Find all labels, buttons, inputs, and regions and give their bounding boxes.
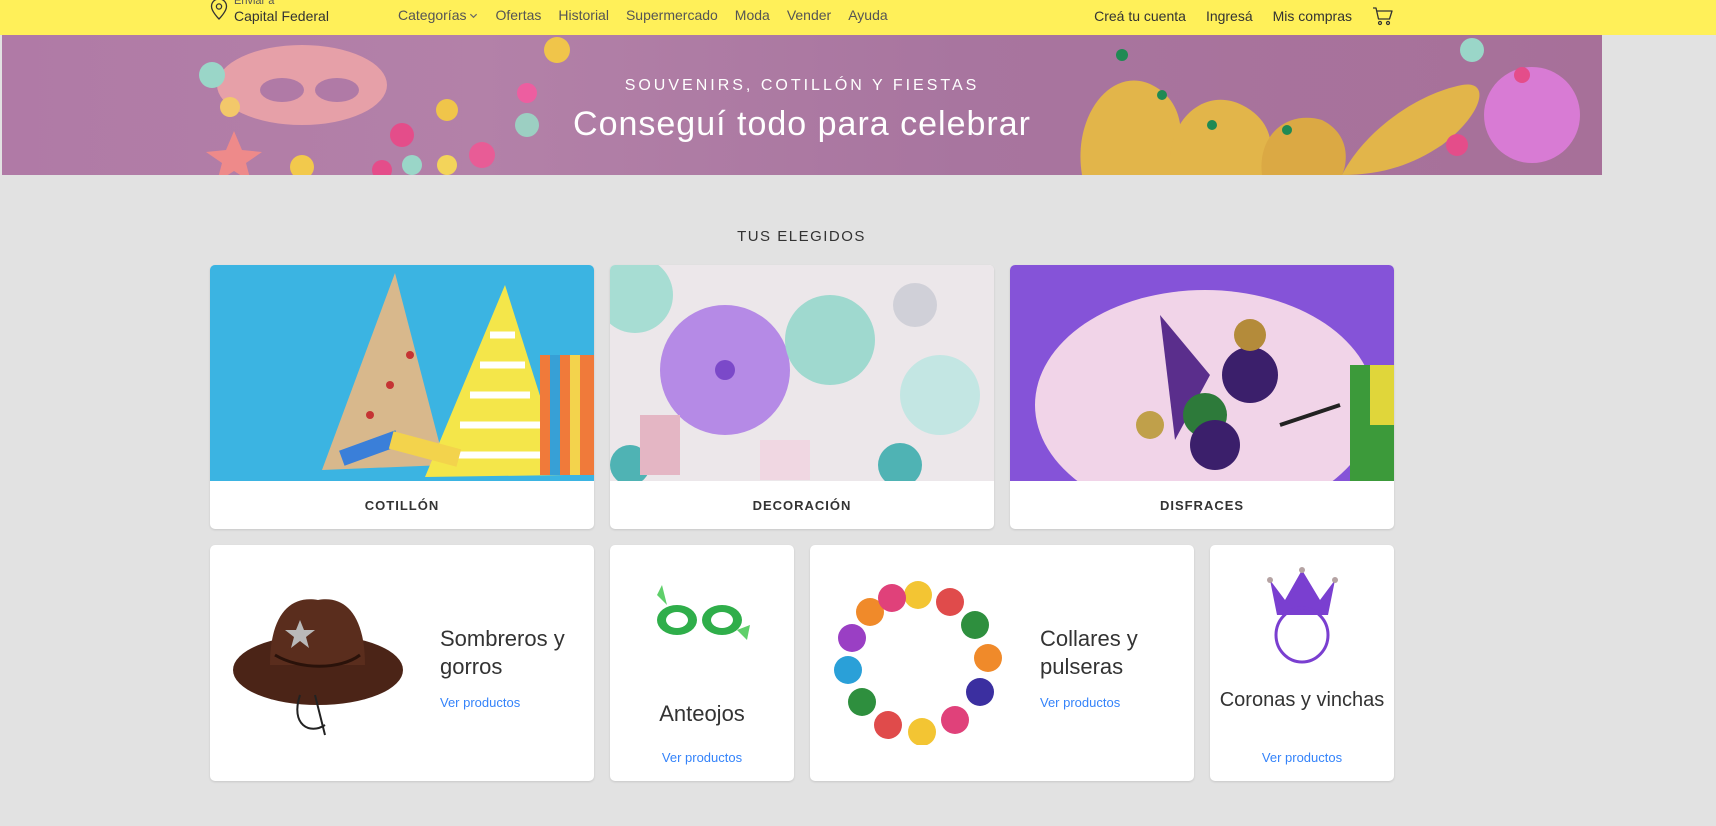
- category-label-decoracion: DECORACIÓN: [752, 497, 852, 513]
- ver-productos-link-coronas[interactable]: Ver productos: [1210, 750, 1394, 765]
- nav-item-historial[interactable]: Historial: [558, 6, 609, 24]
- cart-icon[interactable]: [1372, 6, 1394, 26]
- nav-item-categorias[interactable]: Categorías: [398, 6, 478, 24]
- category-card-disfraces[interactable]: DISFRACES: [1010, 265, 1394, 529]
- crown-headband-image: [1267, 567, 1338, 664]
- section-title: TUS ELEGIDOS: [737, 228, 866, 245]
- account-nav: Creá tu cuenta Ingresá Mis compras: [1074, 6, 1394, 26]
- disfraces-image: [1010, 265, 1394, 481]
- decoracion-image: [610, 265, 994, 481]
- party-glasses-image: [657, 585, 750, 640]
- product-title-collares: Collares y pulseras: [1040, 626, 1138, 679]
- category-card-decoracion[interactable]: DECORACIÓN: [610, 265, 994, 529]
- hero-banner[interactable]: SOUVENIRS, COTILLÓN Y FIESTAS Conseguí t…: [2, 35, 1602, 175]
- banner-title: Conseguí todo para celebrar: [573, 105, 1031, 143]
- my-purchases-link[interactable]: Mis compras: [1273, 7, 1352, 25]
- location-pin-icon: [210, 0, 228, 20]
- main-nav: Categorías Ofertas Historial Supermercad…: [398, 6, 905, 24]
- location-value: Capital Federal: [234, 8, 329, 24]
- location-caption: Enviar a: [234, 0, 275, 7]
- cowboy-hat-image: [233, 599, 403, 736]
- nav-item-label: Categorías: [398, 7, 467, 23]
- product-title-sombreros: Sombreros y gorros: [440, 626, 565, 679]
- nav-item-ofertas[interactable]: Ofertas: [495, 6, 541, 24]
- location-selector[interactable]: Enviar a Capital Federal: [210, 0, 329, 23]
- nav-item-supermercado[interactable]: Supermercado: [626, 6, 718, 24]
- product-title-anteojos: Anteojos: [659, 701, 745, 726]
- cotillon-image: [210, 265, 594, 481]
- create-account-link[interactable]: Creá tu cuenta: [1094, 7, 1186, 25]
- nav-item-vender[interactable]: Vender: [787, 6, 831, 24]
- ver-productos-link-collares[interactable]: Ver productos: [1040, 695, 1120, 710]
- top-header: Enviar a Capital Federal Categorías Ofer…: [0, 0, 1716, 35]
- ver-productos-link-anteojos[interactable]: Ver productos: [610, 750, 794, 765]
- product-title-coronas: Coronas y vinchas: [1219, 689, 1385, 711]
- product-card-collares[interactable]: Collares y pulseras Ver productos: [810, 545, 1194, 781]
- category-label-cotillon: COTILLÓN: [364, 497, 440, 513]
- product-card-coronas[interactable]: Coronas y vinchas Ver productos: [1210, 545, 1394, 781]
- category-card-cotillon[interactable]: COTILLÓN: [210, 265, 594, 529]
- flower-lei-image: [834, 581, 1002, 745]
- product-card-sombreros[interactable]: Sombreros y gorros Ver productos: [210, 545, 594, 781]
- product-card-anteojos[interactable]: Anteojos Ver productos: [610, 545, 794, 781]
- nav-item-moda[interactable]: Moda: [735, 6, 770, 24]
- ver-productos-link-sombreros[interactable]: Ver productos: [440, 695, 520, 710]
- nav-item-ayuda[interactable]: Ayuda: [848, 6, 887, 24]
- login-link[interactable]: Ingresá: [1206, 7, 1253, 25]
- category-label-disfraces: DISFRACES: [1159, 497, 1245, 513]
- banner-subtitle: SOUVENIRS, COTILLÓN Y FIESTAS: [624, 77, 980, 94]
- chevron-down-icon: [470, 13, 478, 18]
